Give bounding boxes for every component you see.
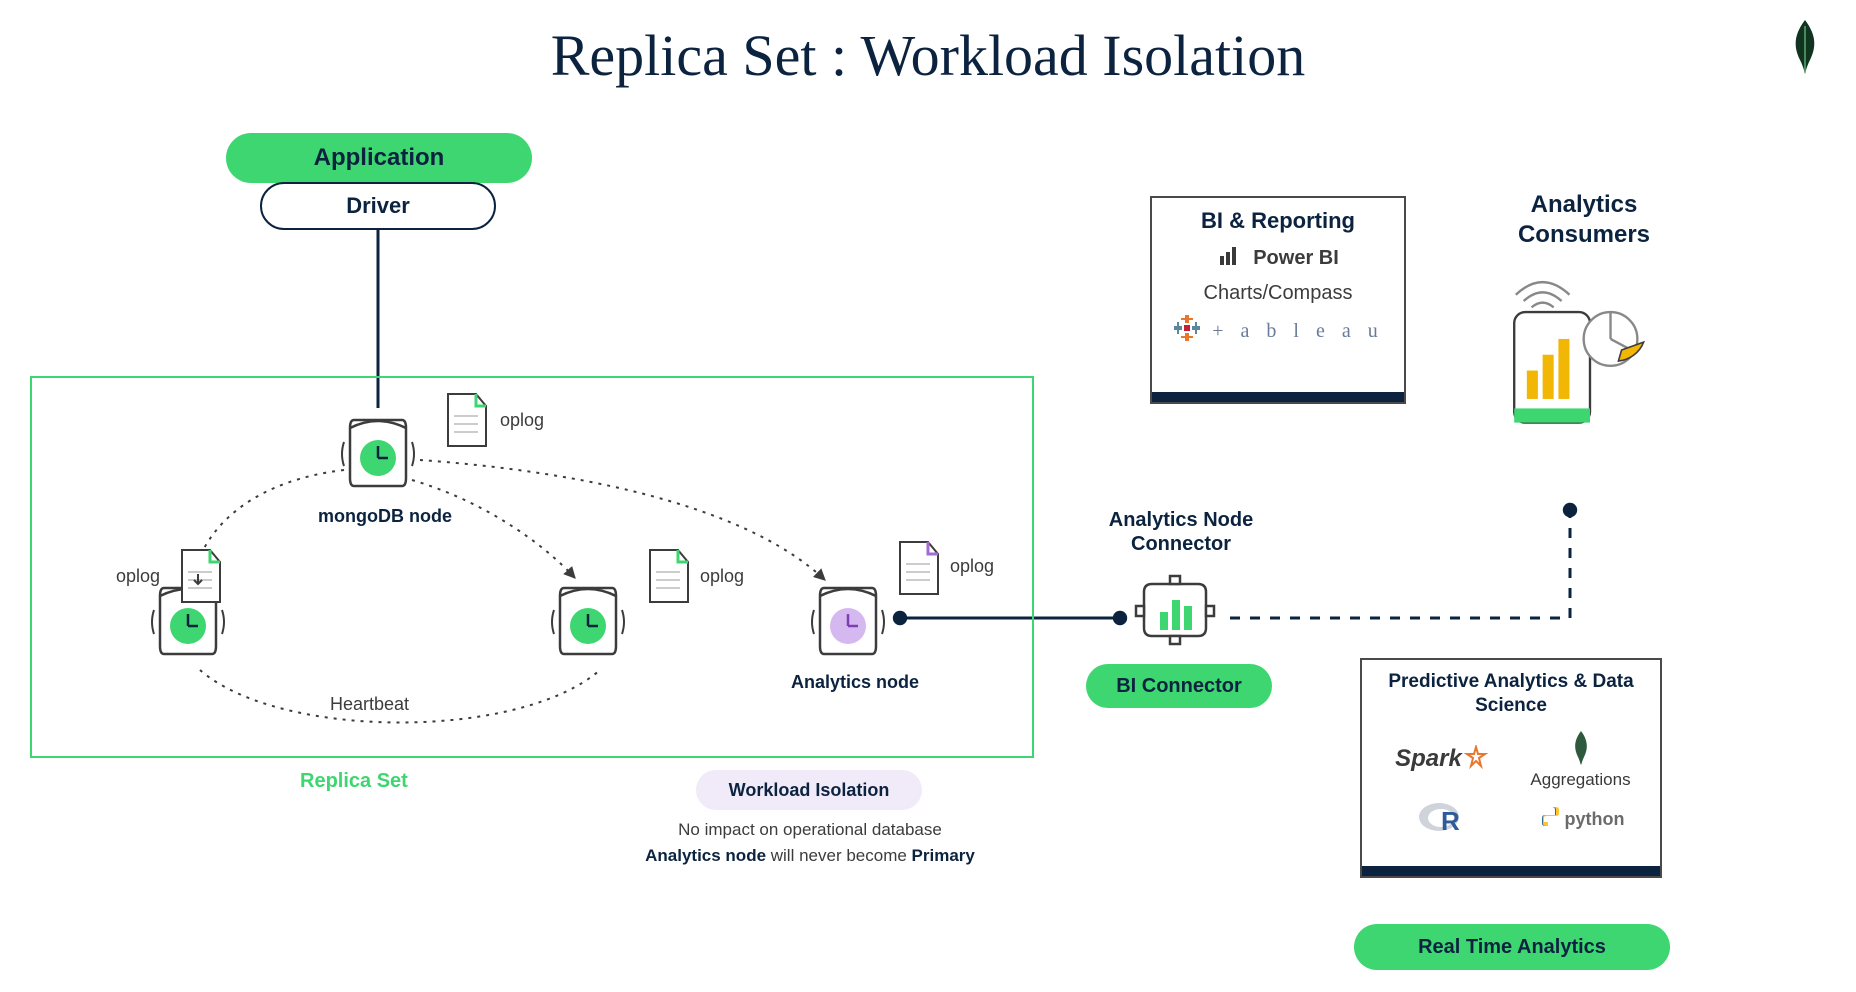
wi-mid: will never become — [766, 846, 912, 865]
python-label: python — [1565, 809, 1625, 830]
oplog-doc-icon — [444, 392, 490, 450]
primary-node-label: mongoDB node — [310, 506, 460, 527]
tableau-label: + a b l e a u — [1212, 320, 1383, 343]
analytics-node-connector-title: Analytics Node Connector — [1086, 508, 1276, 556]
oplog-doc-icon — [896, 540, 942, 598]
spark-label: Spark — [1395, 745, 1462, 773]
oplog-label: oplog — [500, 410, 544, 431]
replica-set-label: Replica Set — [300, 770, 408, 793]
charts-compass-row: Charts/Compass — [1152, 282, 1404, 305]
real-time-analytics-pill: Real Time Analytics — [1354, 924, 1670, 970]
wi-bold1: Analytics node — [645, 846, 766, 865]
bi-connector-pill: BI Connector — [1086, 664, 1272, 708]
charts-compass-label: Charts/Compass — [1204, 282, 1353, 305]
tableau-row: + a b l e a u — [1152, 313, 1404, 349]
powerbi-icon — [1217, 242, 1243, 274]
analytics-node-label: Analytics node — [780, 672, 930, 693]
r-logo-icon: R — [1417, 797, 1467, 837]
bi-box-title: BI & Reporting — [1152, 198, 1404, 234]
mongodb-leaf-small-icon — [1571, 730, 1591, 771]
db-node-primary-icon — [340, 410, 416, 496]
bi-reporting-box: BI & Reporting Power BI Charts/Compass +… — [1150, 196, 1406, 404]
application-pill: Application — [226, 133, 532, 183]
workload-isolation-text1: No impact on operational database — [620, 820, 1000, 840]
analytics-consumers-icon — [1500, 260, 1650, 460]
ds-box-title: Predictive Analytics & Data Science — [1362, 660, 1660, 722]
oplog-label: oplog — [116, 566, 160, 587]
aggregations-cell: Aggregations — [1530, 730, 1630, 790]
db-node-analytics-icon — [810, 578, 886, 664]
tableau-icon — [1172, 313, 1202, 349]
driver-pill: Driver — [260, 182, 496, 230]
spark-cell: Spark — [1395, 745, 1488, 774]
db-node-secondary-mid-icon — [550, 578, 626, 664]
slide-title: Replica Set : Workload Isolation — [0, 22, 1856, 89]
workload-isolation-pill: Workload Isolation — [696, 770, 922, 810]
bi-connector-icon — [1132, 570, 1218, 650]
heartbeat-label: Heartbeat — [330, 694, 409, 715]
spark-star-icon — [1464, 745, 1488, 774]
data-science-box: Predictive Analytics & Data Science Spar… — [1360, 658, 1662, 878]
oplog-label: oplog — [700, 566, 744, 587]
mongodb-leaf-icon — [1790, 18, 1820, 76]
oplog-label: oplog — [950, 556, 994, 577]
aggregations-label: Aggregations — [1530, 771, 1630, 790]
r-cell: R — [1417, 797, 1467, 842]
powerbi-label: Power BI — [1253, 247, 1339, 270]
svg-text:R: R — [1441, 806, 1460, 836]
python-cell: python — [1537, 805, 1625, 834]
wi-bold2: Primary — [912, 846, 975, 865]
workload-isolation-text2: Analytics node will never become Primary — [620, 846, 1000, 866]
python-icon — [1537, 805, 1561, 834]
oplog-doc-icon — [178, 548, 224, 606]
powerbi-row: Power BI — [1152, 242, 1404, 274]
oplog-doc-icon — [646, 548, 692, 606]
analytics-consumers-title: Analytics Consumers — [1494, 190, 1674, 250]
